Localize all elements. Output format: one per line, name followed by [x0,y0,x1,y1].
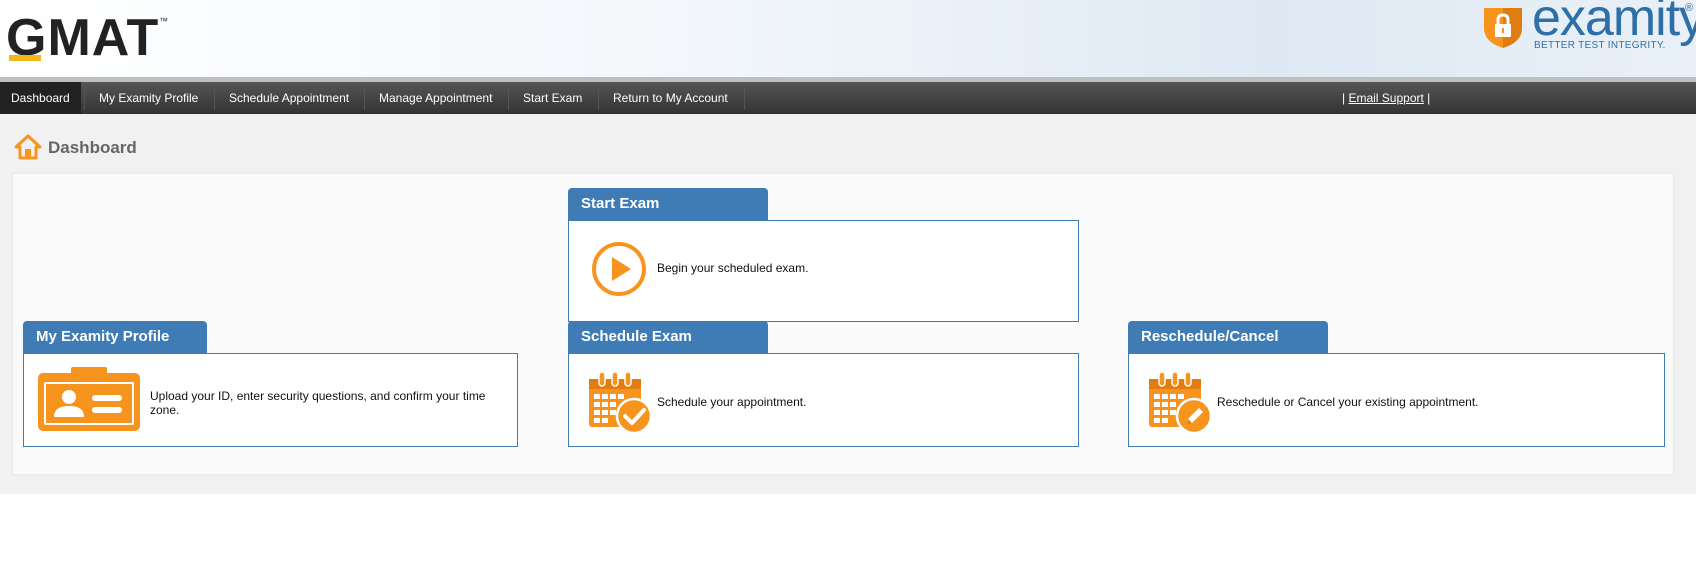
examity-tagline: BETTER TEST INTEGRITY. [1534,40,1666,51]
gmat-trademark: ™ [159,16,168,26]
schedule-exam-card-title[interactable]: Schedule Exam [568,321,768,353]
my-examity-profile-card: My Examity Profile Upload your ID, enter… [23,321,518,447]
reschedule-cancel-card-body[interactable]: Reschedule or Cancel your existing appoi… [1128,353,1665,447]
email-support-link[interactable]: Email Support [1348,91,1423,105]
start-exam-card-title[interactable]: Start Exam [568,188,768,220]
nav-item-start-exam[interactable]: Start Exam [512,82,593,114]
start-exam-description: Begin your scheduled exam. [657,261,809,275]
gmat-logo[interactable]: GMAT ™ [6,8,168,68]
start-exam-card-body[interactable]: Begin your scheduled exam. [568,220,1079,322]
my-examity-profile-card-body[interactable]: Upload your ID, enter security questions… [23,353,518,447]
dashboard-panel: Start Exam Begin your scheduled exam. My… [13,174,1673,474]
nav-separator [364,86,365,110]
schedule-exam-card: Schedule Exam Schedule your appointment. [568,321,1079,447]
main-navigation: Dashboard My Examity Profile Schedule Ap… [0,82,1696,114]
main-content: Dashboard Start Exam Begin your schedule… [0,114,1696,494]
nav-separator [84,86,85,110]
shield-lock-icon [1484,8,1522,48]
nav-item-manage-appointment[interactable]: Manage Appointment [368,82,503,114]
start-exam-card: Start Exam Begin your scheduled exam. [568,188,1079,322]
nav-item-schedule-appointment[interactable]: Schedule Appointment [218,82,360,114]
email-support: | Email Support | [1342,82,1430,114]
nav-item-return-to-my-account[interactable]: Return to My Account [602,82,739,114]
calendar-check-icon [589,371,653,435]
id-card-icon [38,367,140,431]
nav-item-my-examity-profile[interactable]: My Examity Profile [88,82,209,114]
schedule-exam-card-body[interactable]: Schedule your appointment. [568,353,1079,447]
support-suffix: | [1423,91,1431,105]
calendar-edit-icon [1149,371,1213,435]
schedule-exam-description: Schedule your appointment. [657,395,807,409]
gmat-logo-accent [9,55,41,61]
nav-separator [214,86,215,110]
examity-registered: ® [1685,2,1694,14]
reschedule-cancel-card-title[interactable]: Reschedule/Cancel [1128,321,1328,353]
reschedule-cancel-card: Reschedule/Cancel Reschedule or Cancel y… [1128,321,1665,447]
nav-item-dashboard[interactable]: Dashboard [0,82,81,114]
my-examity-profile-description: Upload your ID, enter security questions… [150,389,486,417]
reschedule-cancel-description: Reschedule or Cancel your existing appoi… [1217,395,1479,409]
my-examity-profile-card-title[interactable]: My Examity Profile [23,321,207,353]
page-title: Dashboard [48,138,137,157]
nav-separator [598,86,599,110]
nav-separator [508,86,509,110]
header: GMAT ™ examity ® BETTER TEST INTEGRITY. [0,0,1696,80]
examity-logo[interactable]: examity ® BETTER TEST INTEGRITY. [1480,0,1696,62]
play-icon [592,242,646,296]
home-icon [14,134,42,160]
nav-separator [744,86,745,110]
